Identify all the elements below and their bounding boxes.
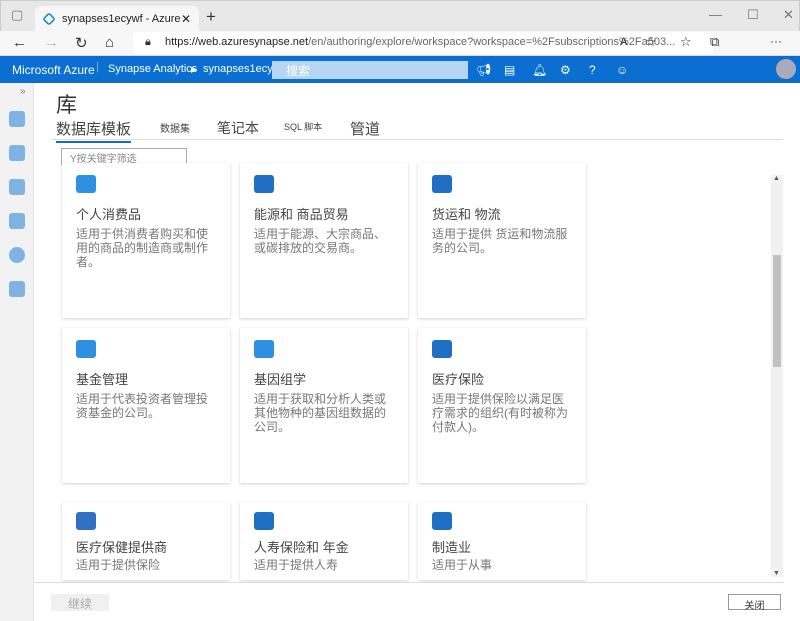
close-button[interactable]: 关闭 — [728, 594, 781, 612]
home-icon[interactable] — [9, 111, 25, 127]
continue-button[interactable]: 继续 — [51, 594, 109, 611]
card-description: 适用于提供保险以满足医疗需求的组织(有时被称为付款人)。 — [432, 391, 568, 435]
breadcrumb-service[interactable]: Synapse Analytics — [108, 63, 197, 75]
minimize-button[interactable]: — — [709, 7, 722, 22]
truck-icon — [432, 175, 452, 193]
browser-tab[interactable]: synapses1ecywf - Azure Synapse ✕ — [35, 6, 199, 32]
close-tab-icon[interactable]: ✕ — [181, 12, 191, 26]
integrate-icon[interactable] — [9, 213, 25, 229]
monitor-icon[interactable] — [9, 247, 25, 263]
tab-database-templates[interactable]: 数据库模板 — [56, 118, 132, 143]
search-placeholder: 搜索 — [286, 64, 311, 78]
gallery-tabs: 数据库模板 数据集 笔记本 SQL 脚本 管道 — [51, 118, 783, 143]
scroll-down-icon[interactable]: ▼ — [773, 570, 780, 577]
tab-notebooks[interactable]: 笔记本 — [217, 118, 259, 138]
card-title: 医疗保险 — [432, 372, 485, 387]
forward-icon[interactable]: → — [44, 34, 59, 51]
energy-icon — [254, 175, 274, 193]
scrollbar[interactable]: ▲ ▼ — [771, 175, 783, 577]
card-title: 能源和 商品贸易 — [254, 207, 349, 222]
scroll-up-icon[interactable]: ▲ — [773, 175, 780, 182]
help-icon[interactable]: ? — [589, 63, 596, 77]
tab-actions-icon[interactable]: ▢ — [11, 7, 23, 23]
card-title: 医疗保健提供商 — [76, 540, 168, 555]
card-description: 适用于从事 — [432, 557, 493, 572]
avatar[interactable] — [776, 59, 796, 79]
expand-icon[interactable]: » — [20, 86, 26, 97]
more-icon[interactable]: ··· — [770, 34, 782, 48]
directory-icon[interactable]: ▤ — [504, 63, 515, 77]
footer-divider — [34, 582, 784, 583]
azure-brand[interactable]: Microsoft Azure — [12, 63, 95, 77]
page-title: 库 — [56, 94, 77, 117]
new-tab-button[interactable]: + — [206, 7, 216, 27]
tab-sql-scripts[interactable]: SQL 脚本 — [284, 120, 322, 133]
manage-icon[interactable] — [9, 281, 25, 297]
tab-pipelines[interactable]: 管道 — [350, 118, 380, 139]
favorites-icon[interactable]: ☆ — [680, 34, 692, 50]
tab-datasets[interactable]: 数据集 — [160, 120, 190, 135]
home-icon[interactable]: ⌂ — [105, 34, 114, 51]
favorite-icon[interactable]: ☆ — [645, 34, 657, 50]
scrollbar-thumb[interactable] — [773, 255, 781, 367]
template-card[interactable]: 医疗保健提供商 适用于提供保险 — [62, 502, 230, 580]
data-icon[interactable] — [9, 145, 25, 161]
dna-icon — [254, 340, 274, 358]
develop-icon[interactable] — [9, 179, 25, 195]
card-description: 适用于代表投资者管理投资基金的公司。 — [76, 391, 209, 420]
divider: | — [96, 61, 99, 73]
template-card[interactable]: 制造业 适用于从事 — [418, 502, 586, 580]
card-description: 适用于获取和分析人类或其他物种的基因组数据的公司。 — [254, 391, 387, 435]
tab-title: synapses1ecywf - Azure Synapse — [61, 13, 181, 25]
life-insurance-icon — [254, 512, 274, 530]
card-title: 人寿保险和 年金 — [254, 540, 349, 555]
sidebar: » — [0, 83, 34, 621]
gear-icon[interactable]: ⚙ — [560, 63, 571, 77]
synapse-icon — [42, 12, 56, 26]
template-card[interactable]: 基金管理 适用于代表投资者管理投资基金的公司。 — [62, 328, 230, 483]
browser-tab-strip: ▢ synapses1ecywf - Azure Synapse ✕ + — ☐… — [0, 0, 800, 32]
announcement-icon[interactable]: 📢︎ — [476, 63, 491, 77]
consumer-goods-icon — [76, 175, 96, 193]
template-card[interactable]: 医疗保险 适用于提供保险以满足医疗需求的组织(有时被称为付款人)。 — [418, 328, 586, 483]
health-insurance-icon — [432, 340, 452, 358]
card-title: 个人消费品 — [76, 207, 142, 222]
read-aloud-icon[interactable]: A — [620, 36, 627, 48]
maximize-button[interactable]: ☐ — [747, 7, 759, 23]
search-input[interactable]: 搜索 — [272, 61, 468, 79]
card-description: 适用于供消费者购买和使用的商品的制造商或制作者。 — [76, 226, 209, 270]
close-window-button[interactable]: ✕ — [783, 7, 794, 23]
card-description: 适用于提供 货运和物流服务的公司。 — [432, 226, 568, 255]
template-grid: 个人消费品 适用于供消费者购买和使用的商品的制造商或制作者。 能源和 商品贸易 … — [34, 163, 770, 581]
template-card[interactable]: 货运和 物流 适用于提供 货运和物流服务的公司。 — [418, 163, 586, 318]
lock-icon[interactable]: 🔒︎ — [145, 36, 151, 49]
card-title: 货运和 物流 — [432, 207, 501, 222]
address-bar-row: ← → ↻ ⌂ https://web.azuresynapse.net/en/… — [0, 31, 800, 56]
breadcrumb-workspace[interactable]: synapses1ecy — [203, 63, 273, 75]
card-description: 适用于提供保险 — [76, 557, 161, 572]
card-title: 基金管理 — [76, 372, 129, 387]
template-card[interactable]: 个人消费品 适用于供消费者购买和使用的商品的制造商或制作者。 — [62, 163, 230, 318]
collections-icon[interactable]: ⧉ — [710, 34, 719, 50]
card-description: 适用于提供人寿 — [254, 557, 339, 572]
card-title: 基因组学 — [254, 372, 307, 387]
chevron-right-icon: ▶ — [191, 65, 198, 74]
card-title: 制造业 — [432, 540, 472, 555]
feedback-icon[interactable]: ☺ — [616, 63, 628, 77]
template-card[interactable]: 基因组学 适用于获取和分析人类或其他物种的基因组数据的公司。 — [240, 328, 408, 483]
refresh-icon[interactable]: ↻ — [75, 34, 88, 52]
url-host: https://web.azuresynapse.net — [165, 36, 309, 48]
robot-arm-icon — [432, 512, 452, 530]
card-description: 适用于能源、大宗商品、或碳排放的交易商。 — [254, 226, 387, 255]
back-icon[interactable]: ← — [12, 34, 27, 51]
template-card[interactable]: 人寿保险和 年金 适用于提供人寿 — [240, 502, 408, 580]
template-card[interactable]: 能源和 商品贸易 适用于能源、大宗商品、或碳排放的交易商。 — [240, 163, 408, 318]
healthcare-provider-icon — [76, 512, 96, 530]
azure-header: Microsoft Azure | Synapse Analytics ▶ sy… — [0, 56, 800, 83]
chart-growth-icon — [76, 340, 96, 358]
bell-icon[interactable]: 🔔︎ — [532, 63, 547, 77]
